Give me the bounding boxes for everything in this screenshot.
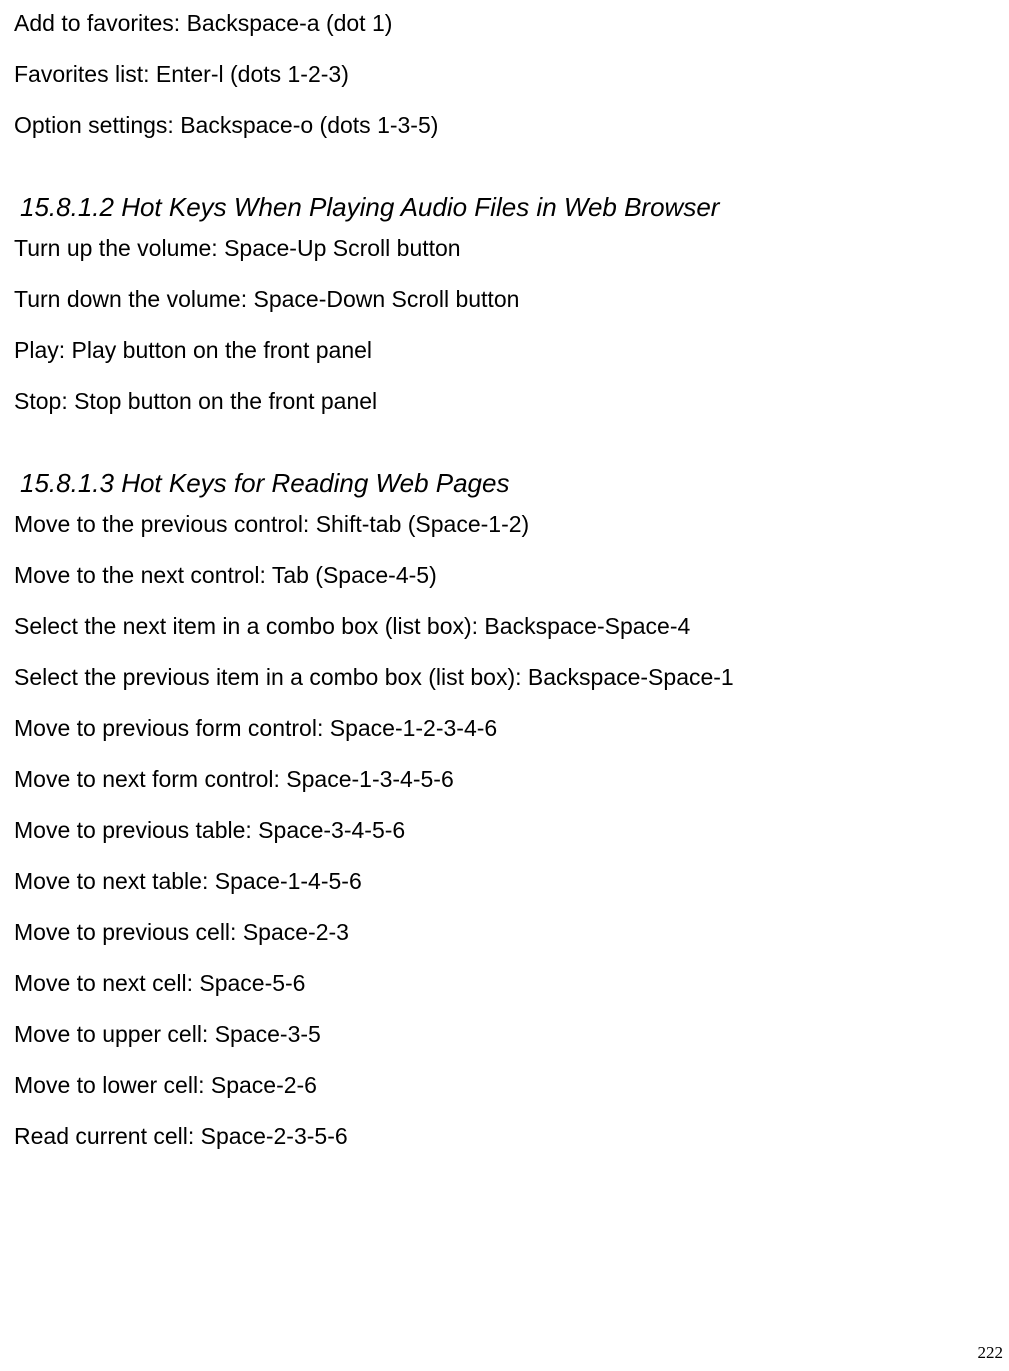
section-spacer <box>14 161 995 191</box>
body-line: Move to next cell: Space-5-6 <box>14 968 995 999</box>
body-line: Read current cell: Space-2-3-5-6 <box>14 1121 995 1152</box>
body-line: Select the previous item in a combo box … <box>14 662 995 693</box>
body-line: Move to lower cell: Space-2-6 <box>14 1070 995 1101</box>
document-page: Add to favorites: Backspace-a (dot 1) Fa… <box>0 0 1009 1371</box>
body-line: Move to upper cell: Space-3-5 <box>14 1019 995 1050</box>
body-line: Move to previous table: Space-3-4-5-6 <box>14 815 995 846</box>
section-spacer <box>14 437 995 467</box>
body-line: Turn up the volume: Space-Up Scroll butt… <box>14 233 995 264</box>
body-line: Add to favorites: Backspace-a (dot 1) <box>14 8 995 39</box>
body-line: Move to the previous control: Shift-tab … <box>14 509 995 540</box>
body-line: Select the next item in a combo box (lis… <box>14 611 995 642</box>
body-line: Move to previous form control: Space-1-2… <box>14 713 995 744</box>
body-line: Option settings: Backspace-o (dots 1-3-5… <box>14 110 995 141</box>
body-line: Favorites list: Enter-l (dots 1-2-3) <box>14 59 995 90</box>
body-line: Move to next table: Space-1-4-5-6 <box>14 866 995 897</box>
body-line: Move to the next control: Tab (Space-4-5… <box>14 560 995 591</box>
page-number: 222 <box>978 1343 1004 1363</box>
body-line: Move to next form control: Space-1-3-4-5… <box>14 764 995 795</box>
section-heading-reading: 15.8.1.3 Hot Keys for Reading Web Pages <box>20 467 995 501</box>
body-line: Turn down the volume: Space-Down Scroll … <box>14 284 995 315</box>
body-line: Move to previous cell: Space-2-3 <box>14 917 995 948</box>
section-heading-audio: 15.8.1.2 Hot Keys When Playing Audio Fil… <box>20 191 995 225</box>
body-line: Stop: Stop button on the front panel <box>14 386 995 417</box>
body-line: Play: Play button on the front panel <box>14 335 995 366</box>
